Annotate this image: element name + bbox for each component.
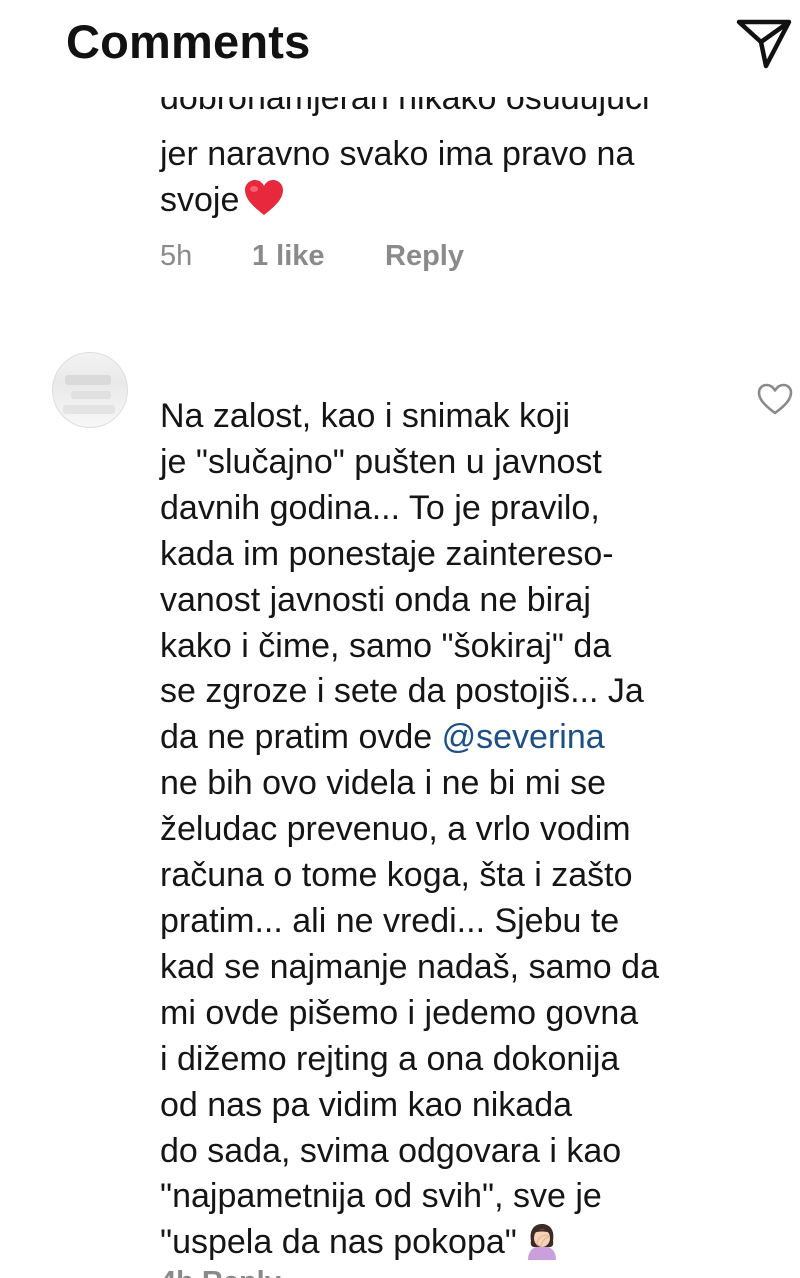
comment-line: i dižemo rejting a ona dokonija [160,1039,620,1078]
comment-line: kad se najmanje nadaš, samo da [160,947,659,986]
comment-line: davnih godina... To je pravilo, [160,488,600,527]
comment-line: svoje [160,177,740,223]
reply-button[interactable]: Reply [385,240,464,273]
comment-line: je "slučajno" pušten u javnost [160,442,602,481]
comment-line: mi ovde pišemo i jedemo govna [160,993,639,1032]
comment-line: se zgroze i sete da postojiš... Ja [160,672,644,711]
comment-timestamp: 5h [160,240,193,272]
comment-line: pratim... ali ne vredi... Sjebu te [160,901,620,940]
heart-emoji [245,180,284,215]
comment-line: vanost javnosti onda ne biraj [160,580,591,619]
mention-link[interactable]: @severina [442,718,605,756]
header-bar: Comments [0,0,800,92]
comment-line: računa o tome koga, šta i zašto [160,856,633,895]
comment-line: želudac prevenuo, a vrlo vodim [160,810,631,849]
comment-line: "najpametnija od svih", sve je [160,1177,602,1216]
comment-line: da ne pratim ovde @severina [160,718,605,757]
page-title: Comments [66,15,311,68]
comment-meta-clipped: 4h Reply [160,1266,560,1278]
comment-line: Na zalost, kao i snimak koji [160,397,571,435]
comment-text: jer naravno svako ima pravo na svoje [160,131,740,223]
comment-line: kako i čime, samo "šokiraj" da [160,626,612,665]
comment-line: kada im ponestaje zaintereso- [160,534,614,573]
woman-facepalming-emoji [527,1224,556,1261]
comment-line: jer naravno svako ima pravo na [160,135,635,173]
comment-text: Na zalost, kao i snimak koji je "slučajn… [160,394,760,1266]
comment-line: od nas pa vidim kao nikada [160,1085,573,1124]
avatar[interactable] [52,352,128,428]
comment-line: ne bih ovo videla i ne bi mi se [160,764,607,803]
comment-text-clipped: dobronamjeran nikako osuđujući [160,97,650,117]
comment-line: "uspela da nas pokopa" [160,1220,760,1266]
comment-line: do sada, svima odgovara i kao [160,1131,622,1170]
comment-likes-count[interactable]: 1 like [252,240,325,273]
paper-plane-icon[interactable] [734,14,794,72]
heart-outline-icon[interactable] [756,382,794,416]
